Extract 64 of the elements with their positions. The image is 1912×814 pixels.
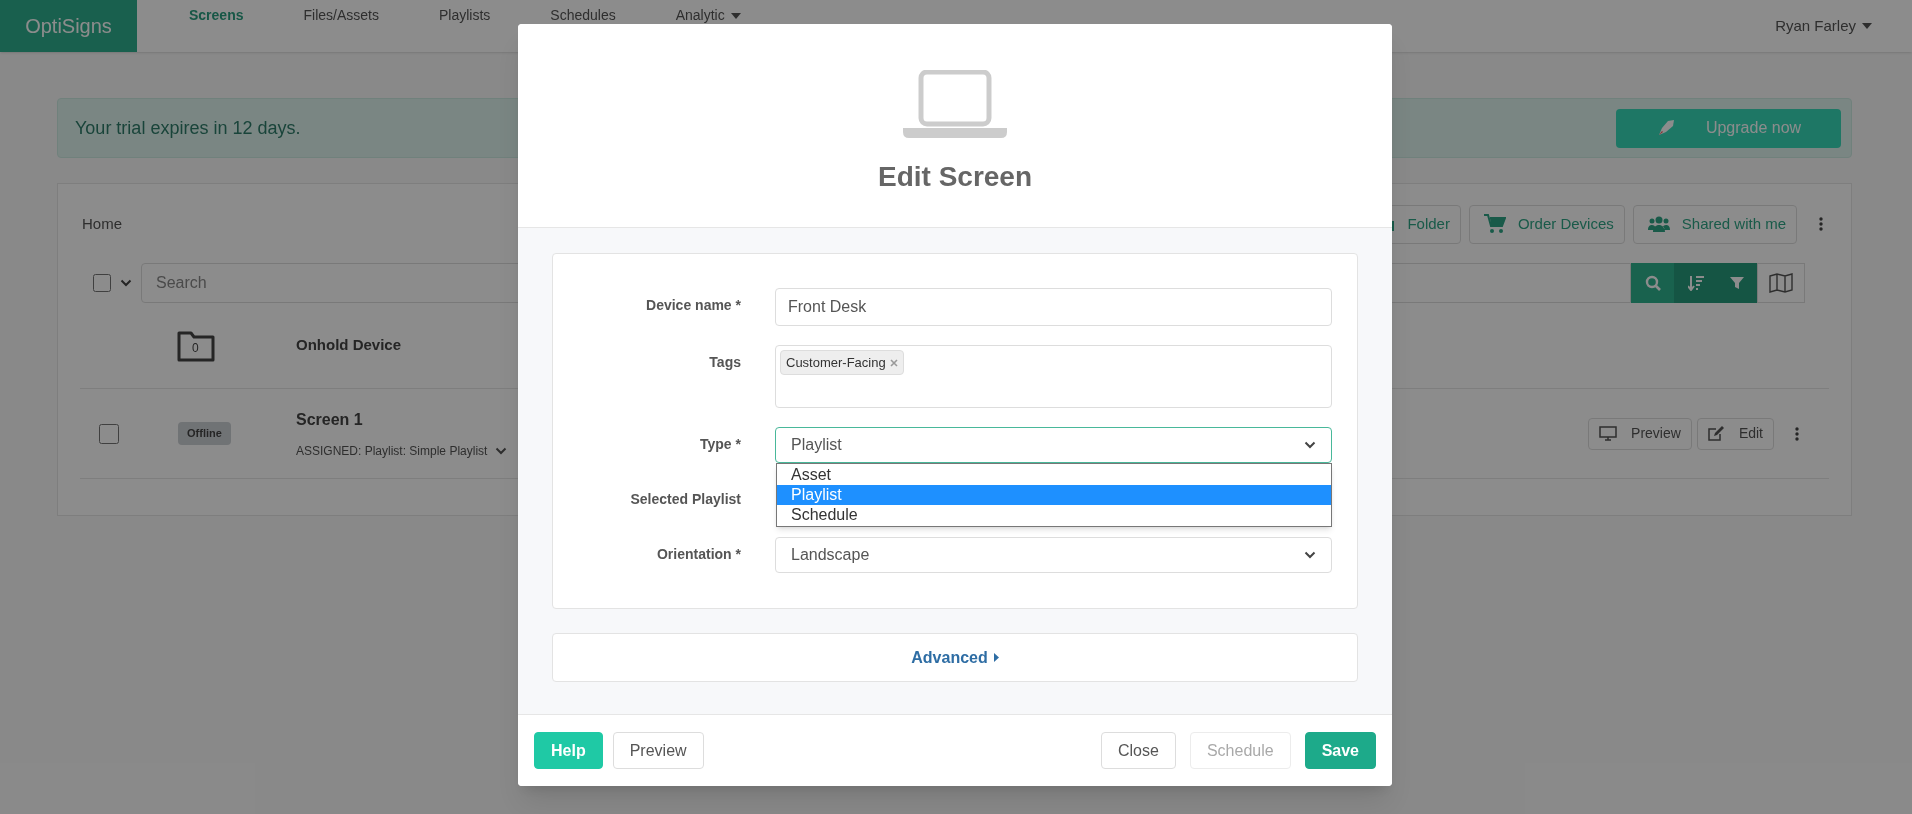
row-action-button[interactable]: Preview	[1588, 417, 1692, 450]
nav-link[interactable]: Schedules	[520, 8, 646, 23]
breadcrumb[interactable]: Home	[80, 212, 122, 236]
assigned-content: ASSIGNED: Playlist: Simple Playlist	[296, 442, 488, 460]
filter-button[interactable]	[1717, 263, 1757, 303]
toolbar-button[interactable]: Shared with me	[1632, 204, 1797, 244]
advanced-toggle[interactable]: Advanced	[552, 633, 1358, 682]
field-label: Selected Playlist	[630, 490, 741, 509]
caret-icon	[1862, 23, 1872, 29]
edit-icon	[1707, 426, 1725, 441]
map-icon	[1769, 273, 1793, 293]
folder-icon	[177, 329, 215, 362]
chevron-down-icon	[495, 446, 508, 455]
users-icon	[1647, 216, 1670, 232]
brand-logo[interactable]: OptiSigns	[0, 0, 137, 52]
map-button[interactable]	[1757, 263, 1805, 303]
folder-name[interactable]: Onhold Device	[296, 334, 402, 357]
field-label: Orientation *	[657, 545, 741, 564]
footer-button[interactable]: Close	[1101, 732, 1176, 769]
remove-icon[interactable]	[889, 358, 898, 367]
row-checkbox[interactable]	[99, 423, 119, 444]
search-button[interactable]	[1631, 263, 1674, 303]
select-all-checkbox[interactable]	[93, 274, 111, 292]
select-field[interactable]: Landscape	[775, 537, 1332, 573]
nav-link[interactable]: Analytic	[645, 8, 771, 23]
footer-button[interactable]: Preview	[612, 732, 704, 769]
select-field[interactable]: Playlist	[775, 427, 1332, 463]
laptop-icon	[903, 70, 1007, 138]
monitor-icon	[1599, 426, 1618, 441]
dropdown-option[interactable]: Schedule	[777, 505, 1331, 525]
row-action-button[interactable]: Edit	[1696, 417, 1774, 450]
tags-field[interactable]: Customer-Facing	[775, 345, 1332, 408]
field-label: Tags	[709, 353, 741, 372]
footer-button[interactable]: Save	[1304, 732, 1376, 769]
dropdown-option[interactable]: Playlist	[777, 485, 1331, 505]
screen-name[interactable]: Screen 1	[296, 407, 508, 432]
field-label: Device name *	[646, 296, 741, 315]
dropdown-option[interactable]: Asset	[777, 465, 1331, 485]
toolbar-button[interactable]: Order Devices	[1468, 204, 1625, 244]
field-label: Type *	[700, 435, 741, 454]
sort-button[interactable]	[1674, 263, 1717, 303]
nav-link[interactable]: Screens	[159, 8, 274, 23]
tag-chip: Customer-Facing	[780, 350, 904, 375]
chevron-down-icon	[120, 279, 132, 287]
chevron-down-icon	[1304, 441, 1316, 449]
more-icon[interactable]	[1819, 217, 1823, 231]
folder-count: 0	[192, 341, 199, 354]
dialog-title: Edit Screen	[877, 160, 1033, 194]
more-icon[interactable]	[1795, 426, 1799, 441]
nav-link[interactable]: Files/Assets	[273, 8, 409, 23]
text-field[interactable]: Front Desk	[775, 288, 1332, 326]
footer-button[interactable]: Schedule	[1189, 732, 1291, 769]
trial-message: Your trial expires in 12 days.	[75, 116, 301, 140]
caret-icon	[730, 12, 741, 19]
filter-icon	[1730, 276, 1744, 290]
chevron-down-icon	[1304, 551, 1316, 559]
caret-right-icon	[993, 653, 999, 662]
user-menu[interactable]: Ryan Farley	[1775, 14, 1872, 38]
status-badge: Offline	[178, 422, 231, 445]
cart-icon	[1483, 214, 1506, 234]
footer-button[interactable]: Help	[534, 732, 603, 769]
sort-icon	[1687, 275, 1704, 291]
nav-link[interactable]: Playlists	[408, 8, 521, 23]
search-icon	[1644, 275, 1661, 291]
